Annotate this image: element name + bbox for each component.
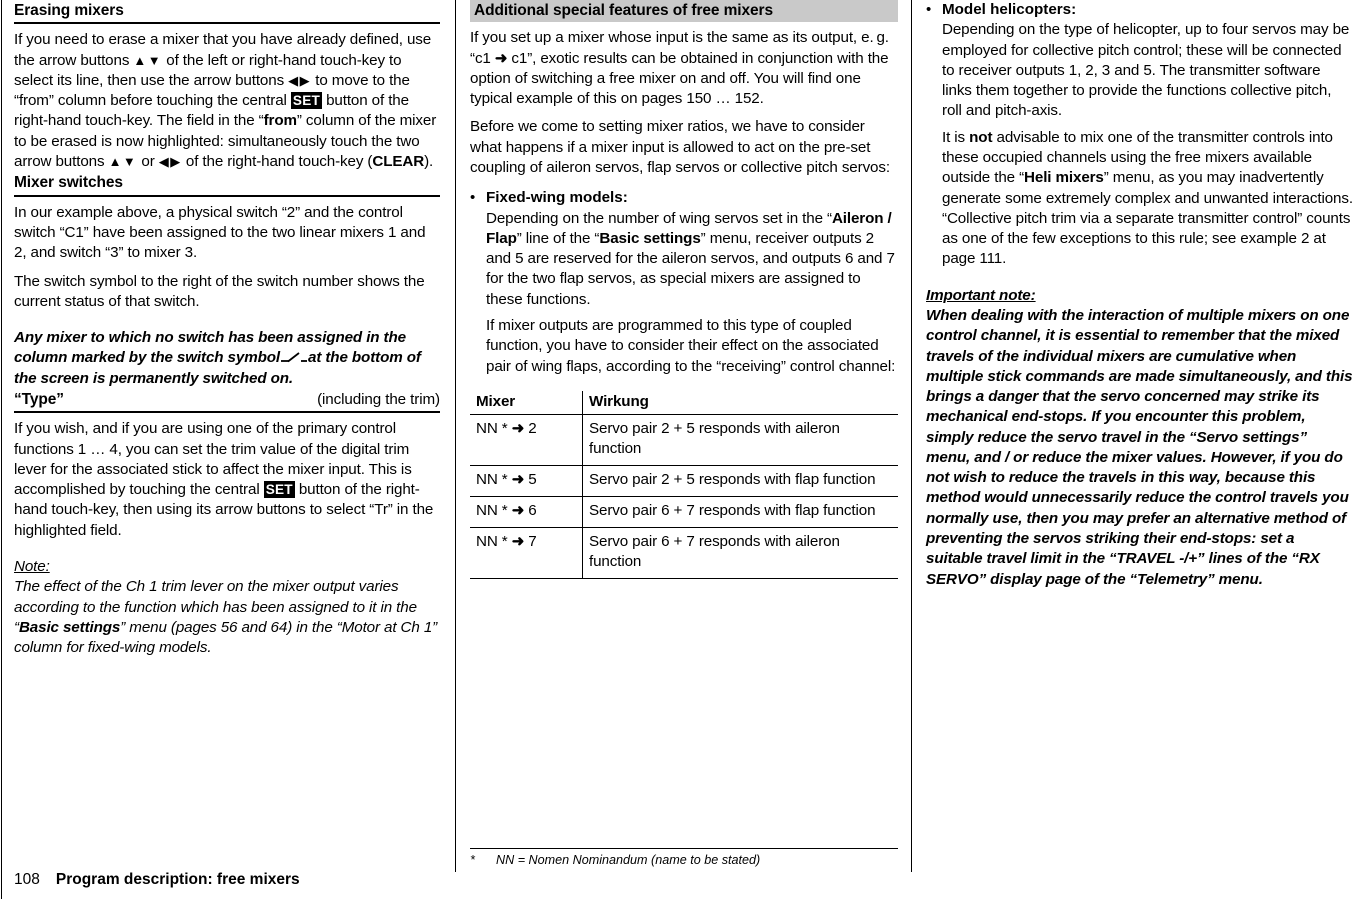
table-cell-mixer: NN * ➜ 7: [470, 527, 583, 580]
paragraph-helicopters-2: It is not advisable to mix one of the tr…: [942, 128, 1354, 270]
left-right-arrows-icon-2: ◀▶: [158, 154, 182, 170]
bullet-helicopters-body: Depending on the type of helicopter, up …: [942, 20, 1354, 269]
up-down-arrows-icon: ▲▼: [133, 52, 163, 68]
paragraph-switches-2: The switch symbol to the right of the sw…: [14, 272, 425, 310]
mixer-pre: NN *: [476, 419, 508, 437]
footnote-mark: *: [470, 853, 475, 867]
bullet-fixed-wing-models: • Fixed-wing models:: [470, 188, 898, 208]
table-footnote: * NN = Nomen Nominandum (name to be stat…: [470, 848, 898, 867]
erasing-from-label: from: [263, 112, 297, 130]
document-page: Erasing mixers If you need to erase a mi…: [0, 0, 1371, 899]
right-column: • Model helicopters: Depending on the ty…: [926, 0, 1354, 590]
note-label: Note:: [14, 557, 50, 575]
mid-text-1b: c1”, exotic results can be obtained in c…: [470, 49, 889, 108]
table-row: NN * ➜ 6 Servo pair 6 + 7 responds with …: [470, 496, 898, 529]
middle-column: Additional special features of free mixe…: [470, 0, 898, 580]
bullet-dot-icon: •: [926, 1, 932, 18]
heading-type-note: (including the trim): [317, 390, 440, 408]
mixer-pre: NN *: [476, 533, 508, 551]
fw-text-a: Depending on the number of wing servos s…: [486, 209, 832, 227]
right-arrow-icon: ➜: [511, 502, 525, 520]
left-right-arrows-icon: ◀▶: [288, 72, 312, 88]
table-row: NN * ➜ 2 Servo pair 2 + 5 responds with …: [470, 414, 898, 466]
table-header-row: Mixer Wirkung: [470, 390, 898, 415]
left-column: Erasing mixers If you need to erase a mi…: [14, 0, 440, 658]
fw-text-b: ” line of the “: [516, 229, 600, 247]
paragraph-important-note: When dealing with the interaction of mul…: [926, 306, 1353, 588]
table-cell-effect: Servo pair 6 + 7 responds with flap func…: [582, 496, 898, 529]
paragraph-helicopters-1: Depending on the type of helicopter, up …: [942, 21, 1350, 120]
mixer-pre: NN *: [476, 470, 508, 488]
column-divider-left: [455, 0, 456, 872]
paragraph-erasing-mixers: If you need to erase a mixer that you ha…: [14, 30, 440, 172]
right-arrow-icon: ➜: [511, 419, 525, 437]
right-arrow-icon: ➜: [494, 49, 508, 67]
table-cell-effect: Servo pair 2 + 5 responds with aileron f…: [582, 414, 898, 466]
footnote-text: NN = Nomen Nominandum (name to be stated…: [496, 853, 761, 867]
mixer-post: 5: [528, 470, 537, 488]
paragraph-mid-1: If you set up a mixer whose input is the…: [470, 28, 898, 109]
page-footer-title: Program description: free mixers: [55, 871, 300, 888]
fw-basic-settings: Basic settings: [599, 229, 701, 247]
set-key-badge-2: SET: [263, 481, 295, 499]
column-divider-right: [911, 0, 912, 872]
paragraph-type: If you wish, and if you are using one of…: [14, 419, 440, 541]
bullet-fixed-wing-title: Fixed-wing models:: [486, 189, 628, 207]
clear-key-label: CLEAR: [372, 153, 425, 171]
bullet-dot-icon: •: [470, 189, 476, 207]
heading-type-label: “Type”: [14, 390, 64, 408]
heli-mixers-label: Heli mixers: [1024, 169, 1104, 187]
right-arrow-icon: ➜: [511, 533, 525, 551]
switch-symbol-icon: [281, 349, 307, 363]
note-basic-settings: Basic settings: [18, 618, 121, 636]
erasing-text-h: ).: [424, 153, 434, 171]
table-cell-effect: Servo pair 6 + 7 responds with aileron f…: [582, 527, 898, 580]
paragraph-switches-1: In our example above, a physical switch …: [14, 203, 426, 262]
paragraph-fixed-wing-1: Depending on the number of wing servos s…: [486, 209, 898, 310]
up-down-arrows-icon-2: ▲▼: [108, 154, 138, 170]
heli-text-a: It is: [942, 128, 970, 146]
table-cell-mixer: NN * ➜ 2: [470, 414, 583, 466]
erasing-text-g: of the right-hand touch-key (: [181, 153, 373, 171]
mixer-pre: NN *: [476, 502, 508, 520]
page-left-rule: [1, 0, 2, 899]
paragraph-switches-permanent: Any mixer to which no switch has been as…: [14, 328, 440, 389]
table-header-mixer: Mixer: [470, 390, 583, 415]
mixer-post: 7: [528, 533, 537, 551]
set-key-badge: SET: [290, 92, 322, 110]
bullet-helicopters-title: Model helicopters:: [942, 1, 1077, 18]
table-cell-effect: Servo pair 2 + 5 responds with flap func…: [582, 465, 898, 498]
paragraph-mid-2: Before we come to setting mixer ratios, …: [470, 118, 890, 177]
mixer-effect-table: Mixer Wirkung NN * ➜ 2 Servo pair 2 + 5 …: [470, 390, 898, 580]
bullet-model-helicopters: • Model helicopters:: [926, 0, 1354, 20]
heli-not-emphasis: not: [969, 128, 993, 146]
page-number: 108: [14, 871, 40, 888]
right-arrow-icon: ➜: [511, 470, 525, 488]
paragraph-note: The effect of the Ch 1 trim lever on the…: [14, 577, 440, 658]
paragraph-fixed-wing-2: If mixer outputs are programmed to this …: [486, 317, 896, 375]
table-row: NN * ➜ 5 Servo pair 2 + 5 responds with …: [470, 465, 898, 498]
erasing-text-f: or: [137, 153, 159, 171]
page-footer: 108 Program description: free mixers: [14, 871, 300, 889]
table-cell-mixer: NN * ➜ 6: [470, 496, 583, 529]
mixer-post: 2: [528, 419, 537, 437]
heading-additional-features: Additional special features of free mixe…: [470, 0, 898, 23]
heading-erasing-mixers: Erasing mixers: [14, 0, 440, 25]
important-note-label: Important note:: [926, 286, 1036, 304]
table-row: NN * ➜ 7 Servo pair 6 + 7 responds with …: [470, 527, 898, 580]
bullet-fixed-wing-body: Depending on the number of wing servos s…: [486, 209, 898, 377]
heading-type: “Type” (including the trim): [14, 389, 440, 414]
heading-mixer-switches: Mixer switches: [14, 172, 440, 197]
table-cell-mixer: NN * ➜ 5: [470, 465, 583, 498]
table-header-effect: Wirkung: [582, 390, 898, 415]
mixer-post: 6: [528, 502, 537, 520]
